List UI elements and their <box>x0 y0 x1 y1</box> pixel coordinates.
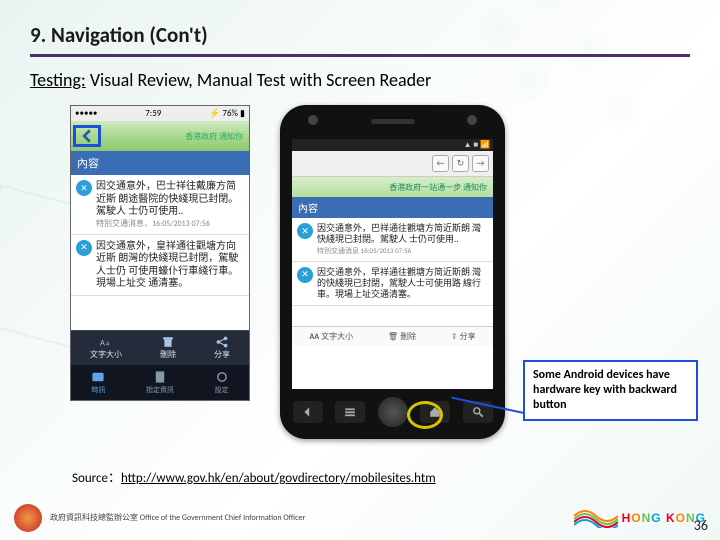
share-button[interactable]: 分享 <box>214 336 230 360</box>
page-number: 36 <box>694 517 708 534</box>
section-header: 內容 <box>71 151 249 175</box>
font-size-button[interactable]: AA文字大小 <box>90 336 122 360</box>
sensor-icon <box>308 115 318 125</box>
item-text: 因交通意外，巴祥通往觀塘方简近斯朗 灣快綫現已封閉。駕駛人 士仍可使用.. <box>317 223 488 246</box>
section-header: 內容 <box>292 197 493 218</box>
signal-icon: ••••• <box>75 108 97 119</box>
delete-button[interactable]: 刪除 <box>160 336 176 360</box>
back-button-highlight <box>73 125 101 147</box>
title-rule <box>30 54 690 57</box>
slide-footer: 政府資訊科技總監辦公室 Office of the Government Chi… <box>0 496 720 540</box>
android-screenshot: ▲ ■ 📶 ← ↻ → 香港政府一站通一步 通知你 內容 ✕ 因交通意外，巴祥通… <box>292 139 493 389</box>
forward-icon[interactable]: → <box>472 155 489 172</box>
traffic-icon: ✕ <box>76 240 92 256</box>
traffic-icon: ✕ <box>76 180 92 196</box>
app-brand: 香港政府 通知你 <box>185 131 243 142</box>
source-link[interactable]: http://www.gov.hk/en/about/govdirectory/… <box>121 471 436 486</box>
item-text: 因交通意外，早祥通往觀塘方简近斯朗 灣的快綫現已封閉，駕駛人士可使用路 線行車。… <box>317 267 488 301</box>
traffic-icon: ✕ <box>297 267 313 283</box>
earpiece <box>371 119 415 124</box>
source-prefix: Source： <box>72 471 121 486</box>
hongkong-brand-logo: HONG KONG <box>574 508 706 528</box>
list-item[interactable]: ✕ 因交通意外，早祥通往觀塘方简近斯朗 灣的快綫現已封閉，駕駛人士可使用路 線行… <box>292 262 493 307</box>
item-text: 因交通意外，巴士祥往戴廉方简近斯 朗途醫院的快綫現已封閉。駕駛人 士仍可使用.. <box>96 180 244 218</box>
tab-settings[interactable]: 設定 <box>215 370 229 395</box>
back-arrow-icon[interactable] <box>80 129 94 143</box>
wave-icon <box>574 508 618 528</box>
status-battery: ⚡ 76% ▮ <box>209 108 245 119</box>
list-item[interactable]: ✕ 因交通意外，巴祥通往觀塘方简近斯朗 灣快綫現已封閉。駕駛人 士仍可使用.. … <box>292 218 493 262</box>
status-time: 7:59 <box>145 108 161 119</box>
app-banner: 香港政府一站通一步 通知你 <box>292 177 493 197</box>
item-meta: 特別交通消息 16:05/2013 07:56 <box>317 246 488 256</box>
ios-toolbar: AA文字大小 刪除 分享 <box>71 330 249 365</box>
menu-hw-key[interactable] <box>335 401 365 423</box>
callout-box: Some Android devices have hardware key w… <box>523 360 698 421</box>
ios-status-bar: ••••• 7:59 ⚡ 76% ▮ <box>71 106 249 121</box>
source-citation: Source：http://www.gov.hk/en/about/govdir… <box>72 467 436 486</box>
reload-icon[interactable]: ↻ <box>452 155 469 172</box>
traffic-icon: ✕ <box>297 223 313 239</box>
list-item[interactable]: ✕ 因交通意外，巴士祥往戴廉方简近斯 朗途醫院的快綫現已封閉。駕駛人 士仍可使用… <box>71 175 249 235</box>
item-text: 因交通意外，皇祥通往觀塘方向近斯 朗灣的快綫現已封閉，駕駛人士仍 可使用蠔仆行車… <box>96 240 244 290</box>
camera-icon <box>467 115 477 125</box>
delete-button[interactable]: 🗑刪除 <box>388 331 416 342</box>
list-item[interactable]: ✕ 因交通意外，皇祥通往觀塘方向近斯 朗灣的快綫現已封閉，駕駛人士仍 可使用蠔仆… <box>71 235 249 296</box>
hk-crest-icon <box>14 504 42 532</box>
ios-tab-bar: 時訊 指定資訊 設定 <box>71 365 249 400</box>
slide-title: 9. Navigation (Con't) <box>30 22 690 48</box>
item-meta: 特別交通消息，16:05/2013 07:56 <box>96 218 244 229</box>
slide-subtitle: Testing: Visual Review, Manual Test with… <box>30 69 690 91</box>
footer-org: 政府資訊科技總監辦公室 Office of the Government Chi… <box>50 514 305 523</box>
share-button[interactable]: ⇪分享 <box>451 331 476 342</box>
ios-nav-bar: 香港政府 通知你 <box>71 121 249 151</box>
android-toolbar: AA文字大小 🗑刪除 ⇪分享 <box>292 326 493 346</box>
android-status-bar: ▲ ■ 📶 <box>292 139 493 151</box>
svg-text:A: A <box>106 339 110 347</box>
tab-info[interactable]: 指定資訊 <box>146 370 174 395</box>
subtitle-rest: Visual Review, Manual Test with Screen R… <box>86 69 432 91</box>
font-size-button[interactable]: AA文字大小 <box>309 331 353 342</box>
android-titlebar: ← ↻ → <box>292 151 493 177</box>
home-hw-key[interactable] <box>420 401 450 423</box>
tab-news[interactable]: 時訊 <box>91 370 105 395</box>
svg-text:A: A <box>100 338 105 347</box>
back-icon[interactable]: ← <box>432 155 449 172</box>
iphone-screenshot: ••••• 7:59 ⚡ 76% ▮ 香港政府 通知你 內容 ✕ 因交通意外，巴… <box>70 105 250 401</box>
subtitle-lead: Testing: <box>30 69 86 91</box>
back-hw-key[interactable] <box>293 401 323 423</box>
trackball[interactable] <box>378 397 408 427</box>
android-device-frame: ▲ ■ 📶 ← ↻ → 香港政府一站通一步 通知你 內容 ✕ 因交通意外，巴祥通… <box>280 105 505 439</box>
